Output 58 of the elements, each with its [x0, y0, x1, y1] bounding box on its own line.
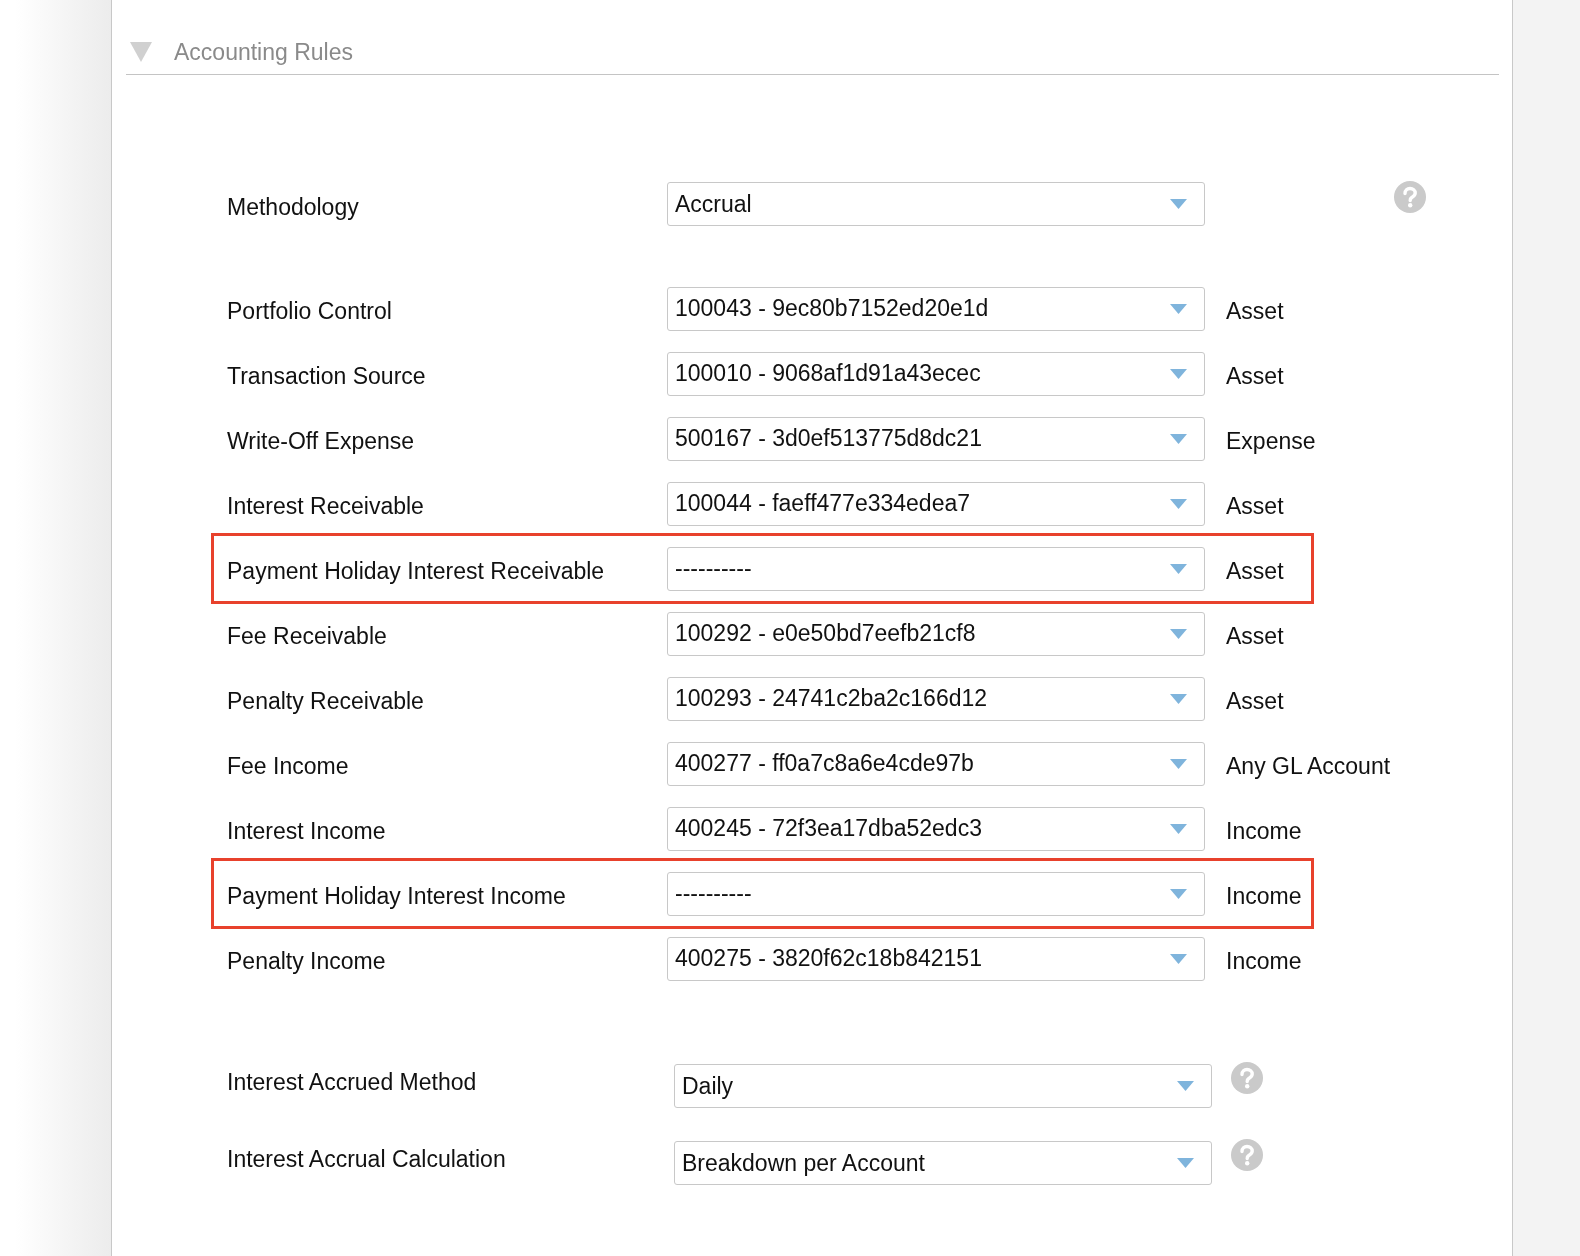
account-type: Income — [1226, 817, 1302, 845]
field-label: Fee Income — [227, 752, 350, 780]
help-icon[interactable] — [1231, 1062, 1263, 1094]
dropdown[interactable]: 100293 - 24741c2ba2c166d12 — [667, 676, 1205, 721]
field-label: Interest Accrued Method — [227, 1068, 478, 1097]
account-type: Asset — [1226, 492, 1284, 520]
caret-icon — [1170, 199, 1187, 209]
account-type: Income — [1226, 882, 1302, 910]
dropdown[interactable]: ---------- — [667, 546, 1205, 591]
field-label: Interest Income — [227, 817, 387, 845]
dropdown[interactable]: 500167 - 3d0ef513775d8dc21 — [667, 416, 1205, 461]
field-label: Interest Accrual Calculation — [227, 1145, 507, 1174]
help-icon[interactable] — [1231, 1139, 1263, 1171]
account-type: Asset — [1226, 687, 1284, 715]
caret-icon — [1170, 563, 1187, 574]
field-label: Interest Receivable — [227, 492, 425, 520]
field-label: Write-Off Expense — [227, 427, 416, 455]
caret-icon — [1170, 693, 1187, 704]
account-type: Asset — [1226, 622, 1284, 650]
field-label: Portfolio Control — [227, 297, 393, 325]
caret-icon — [1170, 823, 1187, 834]
dropdown[interactable]: 100292 - e0e50bd7eefb21cf8 — [667, 611, 1205, 656]
caret-icon — [1170, 888, 1187, 899]
help-icon[interactable] — [1394, 181, 1426, 213]
field-label: Transaction Source — [227, 362, 427, 390]
dropdown[interactable]: 100043 - 9ec80b7152ed20e1d — [667, 286, 1205, 331]
dropdown[interactable]: 100044 - faeff477e334edea7 — [667, 481, 1205, 526]
disclosure-triangle-icon[interactable] — [130, 42, 152, 62]
dropdown[interactable]: 400275 - 3820f62c18b842151 — [667, 936, 1205, 981]
caret-icon — [1170, 303, 1187, 314]
account-type: Asset — [1226, 557, 1284, 585]
caret-icon — [1170, 628, 1187, 639]
account-type: Asset — [1226, 297, 1284, 325]
dropdown[interactable]: Accrual — [667, 182, 1205, 226]
dropdown[interactable]: 400245 - 72f3ea17dba52edc3 — [667, 806, 1205, 851]
caret-icon — [1177, 1081, 1194, 1091]
caret-icon — [1170, 758, 1187, 769]
field-label: Methodology — [227, 192, 360, 221]
dropdown[interactable]: Breakdown per Account — [674, 1141, 1212, 1185]
field-label: Payment Holiday Interest Income — [227, 882, 567, 910]
dropdown[interactable]: Daily — [674, 1064, 1212, 1108]
field-label: Penalty Income — [227, 947, 387, 975]
caret-icon — [1170, 433, 1187, 444]
account-type: Any GL Account — [1226, 752, 1391, 780]
dropdown[interactable]: ---------- — [667, 871, 1205, 916]
account-type: Asset — [1226, 362, 1284, 390]
field-label: Penalty Receivable — [227, 687, 425, 715]
section-title: Accounting Rules — [174, 38, 353, 66]
caret-icon — [1170, 953, 1187, 964]
caret-icon — [1177, 1158, 1194, 1168]
caret-icon — [1170, 368, 1187, 379]
dropdown[interactable]: 400277 - ff0a7c8a6e4cde97b — [667, 741, 1205, 786]
account-type: Income — [1226, 947, 1302, 975]
account-type: Expense — [1226, 427, 1316, 455]
field-label: Fee Receivable — [227, 622, 388, 650]
dropdown[interactable]: 100010 - 9068af1d91a43ecec — [667, 351, 1205, 396]
field-label: Payment Holiday Interest Receivable — [227, 557, 606, 585]
caret-icon — [1170, 498, 1187, 509]
